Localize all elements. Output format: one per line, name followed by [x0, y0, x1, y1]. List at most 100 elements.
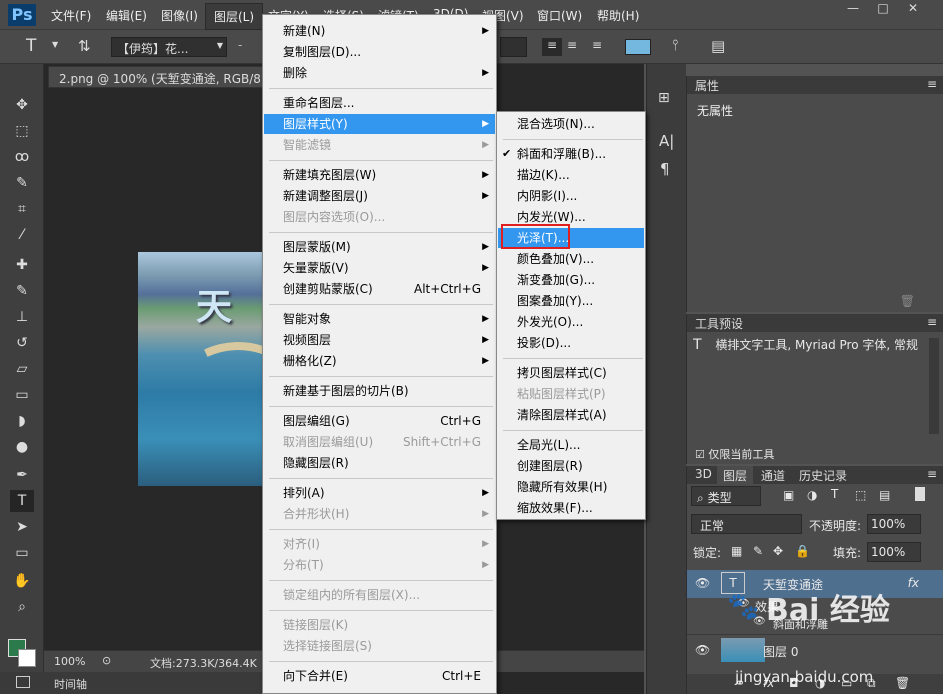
timeline-label[interactable]: 时间轴	[54, 676, 87, 692]
filter-pixel-icon[interactable]: ▣	[783, 488, 794, 502]
align-right-icon[interactable]: ≡	[592, 38, 602, 52]
layer-menu-item[interactable]: 图层样式(Y) ▶	[264, 114, 495, 134]
layer-row-image[interactable]: 👁 图层 0	[687, 634, 943, 664]
zoom-tool-icon[interactable]: ⌕	[10, 596, 34, 618]
background-color-swatch[interactable]	[18, 649, 36, 667]
minimize-button[interactable]: —	[838, 0, 868, 18]
quick-select-tool-icon[interactable]: ✎	[10, 172, 34, 194]
size-select[interactable]	[500, 37, 527, 57]
filter-shape-icon[interactable]: ⬚	[855, 488, 866, 502]
eyedropper-tool-icon[interactable]: ⁄	[10, 224, 34, 246]
tab-channels[interactable]: 通道	[761, 467, 785, 484]
pen-tool-icon[interactable]: ✒	[10, 464, 34, 486]
layer-style-item[interactable]: 颜色叠加(V)...	[498, 249, 644, 269]
layer-menu-item[interactable]: 新建(N) ▶	[264, 21, 495, 41]
layer-style-item[interactable]: 混合选项(N)...	[498, 114, 644, 134]
blur-tool-icon[interactable]: ◗	[10, 410, 34, 432]
lock-move-icon[interactable]: ✥	[773, 544, 783, 558]
gradient-tool-icon[interactable]: ▭	[10, 384, 34, 406]
layer-style-item[interactable]: 清除图层样式(A)	[498, 405, 644, 425]
layer-name[interactable]: 图层 0	[763, 643, 798, 660]
properties-title[interactable]: 属性	[695, 79, 719, 93]
trash-icon[interactable]: 🗑	[900, 294, 915, 308]
filter-type-icon[interactable]: T	[831, 487, 838, 501]
menu-image[interactable]: 图像(I)	[161, 7, 198, 24]
panel-menu-icon[interactable]: ≡	[927, 467, 937, 481]
filter-toggle-icon[interactable]	[915, 487, 925, 501]
hand-tool-icon[interactable]: ✋	[10, 570, 34, 592]
text-orientation-icon[interactable]: ⇅	[78, 37, 91, 55]
layer-style-item[interactable]: 投影(D)...	[498, 333, 644, 353]
opacity-input[interactable]: 100%	[867, 514, 921, 534]
type-tool-icon[interactable]: T	[26, 36, 36, 56]
layer-menu-item[interactable]: 新建调整图层(J) ▶	[264, 186, 495, 206]
tab-history[interactable]: 历史记录	[799, 467, 847, 484]
font-style-field[interactable]: -	[238, 38, 242, 52]
panel-menu-icon[interactable]: ≡	[927, 77, 937, 91]
layer-menu-item[interactable]: 重命名图层...	[264, 93, 495, 113]
layer-menu-item[interactable]: 新建填充图层(W) ▶	[264, 165, 495, 185]
dodge-tool-icon[interactable]: ●	[10, 436, 34, 458]
layer-menu-item[interactable]: 删除 ▶	[264, 63, 495, 83]
crop-tool-icon[interactable]: ⌗	[10, 198, 34, 220]
layer-menu-item[interactable]: 复制图层(D)...	[264, 42, 495, 62]
character-panel-icon[interactable]: ▤	[711, 37, 725, 55]
zoom-level[interactable]: 100%	[54, 655, 85, 668]
layer-menu-item[interactable]: 向下合并(E) Ctrl+E	[264, 666, 495, 686]
timeline-icon[interactable]	[16, 676, 30, 688]
layer-menu-item[interactable]: 排列(A) ▶	[264, 483, 495, 503]
fx-icon[interactable]: fx	[908, 576, 919, 590]
eye-icon[interactable]: 👁	[695, 576, 710, 590]
close-button[interactable]: ✕	[898, 0, 928, 18]
layer-menu-item[interactable]: 图层编组(G) Ctrl+G	[264, 411, 495, 431]
tool-preset-item[interactable]: T 横排文字工具, Myriad Pro 字体, 常规	[693, 336, 923, 356]
layer-style-item[interactable]: ✔ 斜面和浮雕(B)...	[498, 144, 644, 164]
layer-menu-item[interactable]: 智能对象 ▶	[264, 309, 495, 329]
stamp-tool-icon[interactable]: ⊥	[10, 306, 34, 328]
move-tool-icon[interactable]: ✥	[10, 94, 34, 116]
menu-help[interactable]: 帮助(H)	[597, 7, 639, 24]
lock-paint-icon[interactable]: ✎	[753, 544, 763, 558]
menu-edit[interactable]: 编辑(E)	[106, 7, 147, 24]
lock-all-icon[interactable]: 🔒	[795, 544, 810, 558]
tool-presets-title[interactable]: 工具预设	[695, 317, 743, 331]
marquee-tool-icon[interactable]: ⬚	[10, 120, 34, 142]
brush-tool-icon[interactable]: ✎	[10, 280, 34, 302]
character-panel-icon[interactable]: A|	[659, 132, 674, 150]
layer-style-item[interactable]: 全局光(L)...	[498, 435, 644, 455]
current-tool-checkbox[interactable]: ☑ 仅限当前工具	[695, 446, 774, 462]
maximize-button[interactable]: □	[868, 0, 898, 18]
layer-style-item[interactable]: 渐变叠加(G)...	[498, 270, 644, 290]
history-panel-icon[interactable]: ⊞	[658, 90, 670, 106]
type-tool-icon[interactable]: T	[10, 490, 34, 512]
align-left-icon[interactable]: ≡	[542, 38, 562, 56]
menu-file[interactable]: 文件(F)	[51, 7, 91, 24]
layer-menu-item[interactable]: 新建基于图层的切片(B)	[264, 381, 495, 401]
chevron-down-icon[interactable]: ▼	[52, 40, 58, 49]
layer-style-item[interactable]: 图案叠加(Y)...	[498, 291, 644, 311]
font-family-select[interactable]: 【伊筠】花... ▼	[111, 37, 227, 57]
layer-menu-item[interactable]: 栅格化(Z) ▶	[264, 351, 495, 371]
layer-style-item[interactable]: 创建图层(R)	[498, 456, 644, 476]
path-select-tool-icon[interactable]: ➤	[10, 516, 34, 538]
layer-style-item[interactable]: 内阴影(I)...	[498, 186, 644, 206]
tab-3d[interactable]: 3D	[695, 467, 712, 481]
tab-layers[interactable]: 图层	[717, 466, 754, 485]
history-brush-tool-icon[interactable]: ↺	[10, 332, 34, 354]
menu-window[interactable]: 窗口(W)	[537, 7, 582, 24]
layer-style-item[interactable]: 缩放效果(F)...	[498, 498, 644, 518]
layer-style-item[interactable]: 外发光(O)...	[498, 312, 644, 332]
layer-menu-item[interactable]: 视频图层 ▶	[264, 330, 495, 350]
document-tab[interactable]: 2.png @ 100% (天堑变通途, RGB/8) *	[48, 66, 287, 88]
layer-filter-select[interactable]: ⌕ 类型	[691, 486, 761, 506]
warp-text-icon[interactable]: ⫯	[672, 36, 679, 54]
blend-mode-select[interactable]: 正常	[691, 514, 802, 534]
healing-brush-tool-icon[interactable]: ✚	[10, 254, 34, 276]
text-color-swatch[interactable]	[625, 39, 651, 55]
eraser-tool-icon[interactable]: ▱	[10, 358, 34, 380]
layer-style-item[interactable]: 隐藏所有效果(H)	[498, 477, 644, 497]
filter-smart-icon[interactable]: ▤	[879, 488, 890, 502]
layer-menu-item[interactable]: 图层蒙版(M) ▶	[264, 237, 495, 257]
menu-layer[interactable]: 图层(L)	[205, 3, 264, 30]
rectangle-tool-icon[interactable]: ▭	[10, 542, 34, 564]
